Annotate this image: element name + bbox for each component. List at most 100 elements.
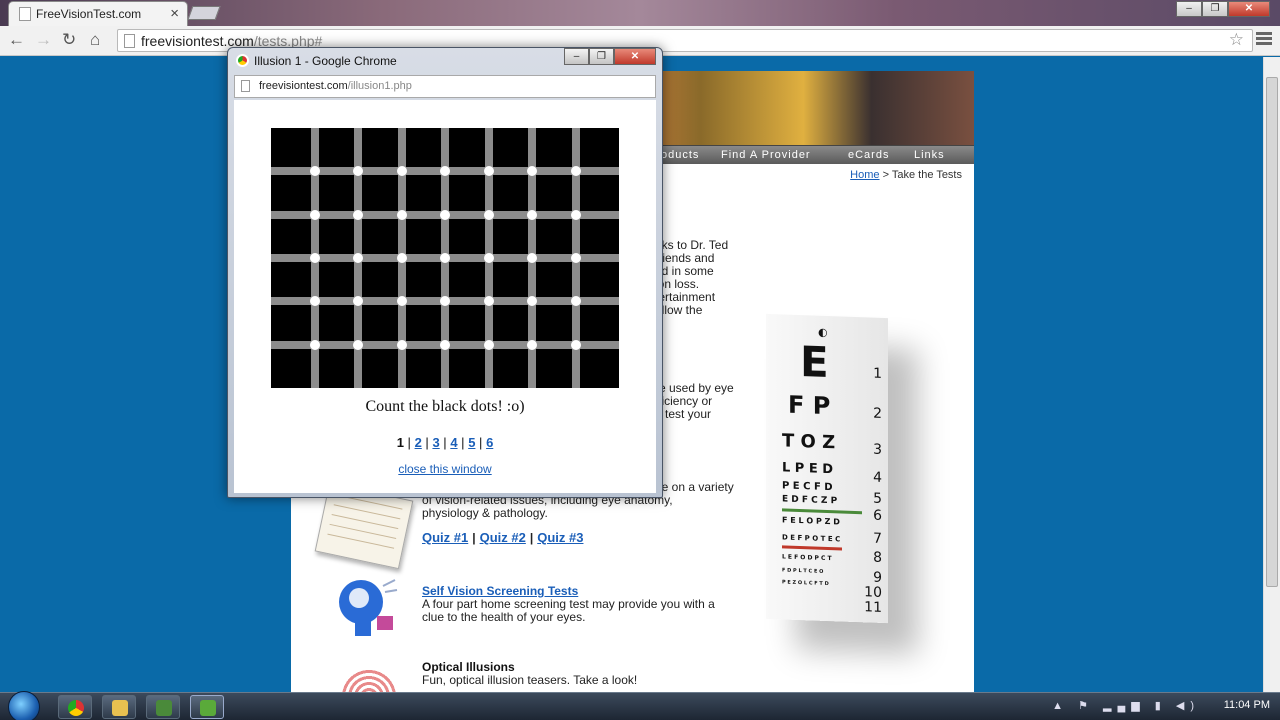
- grid-intersection-dot: [484, 166, 494, 176]
- grid-intersection-dot: [571, 166, 581, 176]
- breadcrumb: Home > Take the Tests: [850, 169, 962, 181]
- windows-taskbar: ▲ ⚑ ▂▄▆ ▮ ◀) 11:04 PM: [0, 691, 1280, 720]
- nav-item-find-provider[interactable]: Find A Provider: [721, 149, 811, 161]
- page-5-link[interactable]: 5: [468, 435, 475, 450]
- taskbar-chrome-button[interactable]: [58, 695, 92, 719]
- popup-window-controls: – ❐ ✕: [564, 48, 656, 65]
- page-icon: [241, 80, 250, 92]
- grid-intersection-dot: [397, 296, 407, 306]
- grid-intersection-dot: [310, 296, 320, 306]
- grid-intersection-dot: [397, 253, 407, 263]
- grid-intersection-dot: [440, 340, 450, 350]
- grid-intersection-dot: [353, 166, 363, 176]
- taskbar-app-button-2[interactable]: [190, 695, 224, 719]
- grid-intersection-dot: [353, 340, 363, 350]
- page-icon: [19, 7, 31, 21]
- grid-intersection-dot: [353, 253, 363, 263]
- grid-intersection-dot: [571, 210, 581, 220]
- nav-item-ecards[interactable]: eCards: [848, 149, 889, 161]
- mouse-cursor-icon: [505, 410, 521, 426]
- browser-titlebar: FreeVisionTest.com × – ❐ ✕: [0, 0, 1280, 26]
- minimize-button[interactable]: –: [1176, 1, 1202, 17]
- bookmark-star-icon[interactable]: ☆: [1229, 30, 1244, 50]
- popup-title: Illusion 1 - Google Chrome: [254, 54, 397, 68]
- grid-intersection-dot: [440, 253, 450, 263]
- grid-intersection-dot: [484, 340, 494, 350]
- intro-paragraph: nks to Dr. Ted friends and nd in some ion …: [655, 238, 729, 317]
- clock[interactable]: 11:04 PM: [1224, 699, 1270, 711]
- page-3-link[interactable]: 3: [432, 435, 439, 450]
- quiz-links: Quiz #1 | Quiz #2 | Quiz #3: [422, 530, 584, 545]
- window-controls: – ❐ ✕: [1176, 1, 1270, 17]
- maximize-button[interactable]: ❐: [1202, 1, 1228, 17]
- popup-minimize-button[interactable]: –: [564, 48, 589, 65]
- vision-head-image: [339, 579, 398, 636]
- illusion-pagination: 1 | 2 | 3 | 4 | 5 | 6: [396, 435, 494, 450]
- scrollbar-thumb[interactable]: [1266, 77, 1278, 587]
- popup-address-bar[interactable]: freevisiontest.com/illusion1.php: [234, 75, 656, 98]
- grid-illusion-image: [271, 128, 619, 388]
- grid-intersection-dot: [440, 166, 450, 176]
- grid-intersection-dot: [440, 296, 450, 306]
- popup-maximize-button[interactable]: ❐: [589, 48, 614, 65]
- grid-intersection-dot: [310, 253, 320, 263]
- grid-intersection-dot: [353, 210, 363, 220]
- reload-icon[interactable]: ↻: [62, 30, 76, 50]
- nav-item-links[interactable]: Links: [914, 149, 945, 161]
- popup-content: Count the black dots! :o) 1 | 2 | 3 | 4 …: [234, 100, 656, 493]
- tests-paragraph: re used by eye fficiency or o test your: [655, 381, 734, 421]
- quiz-2-link[interactable]: Quiz #2: [480, 530, 526, 545]
- breadcrumb-current: Take the Tests: [891, 169, 962, 181]
- grid-intersection-dot: [571, 296, 581, 306]
- grid-intersection-dot: [527, 296, 537, 306]
- new-tab-button[interactable]: [187, 6, 221, 20]
- grid-intersection-dot: [310, 166, 320, 176]
- breadcrumb-home-link[interactable]: Home: [850, 169, 879, 181]
- page-1-current: 1: [396, 435, 404, 450]
- home-icon[interactable]: ⌂: [90, 30, 100, 50]
- grid-intersection-dot: [527, 210, 537, 220]
- illusion-popup-window: Illusion 1 - Google Chrome – ❐ ✕ freevis…: [227, 47, 663, 498]
- quiz-1-link[interactable]: Quiz #1: [422, 530, 468, 545]
- grid-intersection-dot: [397, 340, 407, 350]
- grid-intersection-dot: [571, 340, 581, 350]
- tab-close-icon[interactable]: ×: [170, 5, 179, 22]
- back-icon[interactable]: ←: [8, 30, 25, 50]
- start-button[interactable]: [8, 691, 40, 720]
- close-window-link[interactable]: close this window: [234, 462, 656, 476]
- grid-intersection-dot: [571, 253, 581, 263]
- chrome-logo-icon: [236, 54, 249, 67]
- page-4-link[interactable]: 4: [450, 435, 457, 450]
- tray-icons[interactable]: ▲ ⚑ ▂▄▆ ▮ ◀): [1052, 699, 1200, 712]
- taskbar-app-button[interactable]: [146, 695, 180, 719]
- popup-close-button[interactable]: ✕: [614, 48, 656, 65]
- page-icon: [124, 34, 135, 48]
- nav-item-products[interactable]: oducts: [661, 149, 699, 161]
- tab-freevisiontest[interactable]: FreeVisionTest.com ×: [8, 1, 188, 26]
- grid-intersection-dot: [527, 340, 537, 350]
- tab-title: FreeVisionTest.com: [36, 7, 142, 21]
- forward-icon[interactable]: →: [35, 30, 52, 50]
- screening-section: Self Vision Screening Tests A four part …: [422, 584, 715, 624]
- grid-intersection-dot: [527, 253, 537, 263]
- grid-intersection-dot: [440, 210, 450, 220]
- popup-url-text: freevisiontest.com/illusion1.php: [259, 80, 412, 92]
- illusions-section: Optical Illusions Fun, optical illusion …: [422, 660, 638, 687]
- grid-intersection-dot: [310, 340, 320, 350]
- close-button[interactable]: ✕: [1228, 1, 1270, 17]
- optical-illusion-image: [341, 669, 397, 692]
- page-2-link[interactable]: 2: [415, 435, 422, 450]
- grid-intersection-dot: [484, 210, 494, 220]
- grid-intersection-dot: [397, 210, 407, 220]
- grid-intersection-dot: [527, 166, 537, 176]
- eye-chart-image: ◐ E F P T O Z L P E D P E C F D E D F C …: [766, 313, 888, 624]
- page-scrollbar[interactable]: [1263, 57, 1280, 692]
- quiz-3-link[interactable]: Quiz #3: [537, 530, 583, 545]
- chrome-menu-icon[interactable]: [1256, 32, 1272, 47]
- grid-intersection-dot: [484, 253, 494, 263]
- grid-intersection-dot: [397, 166, 407, 176]
- illusion-caption: Count the black dots! :o): [365, 398, 525, 415]
- taskbar-explorer-button[interactable]: [102, 695, 136, 719]
- page-6-link[interactable]: 6: [486, 435, 493, 450]
- grid-intersection-dot: [353, 296, 363, 306]
